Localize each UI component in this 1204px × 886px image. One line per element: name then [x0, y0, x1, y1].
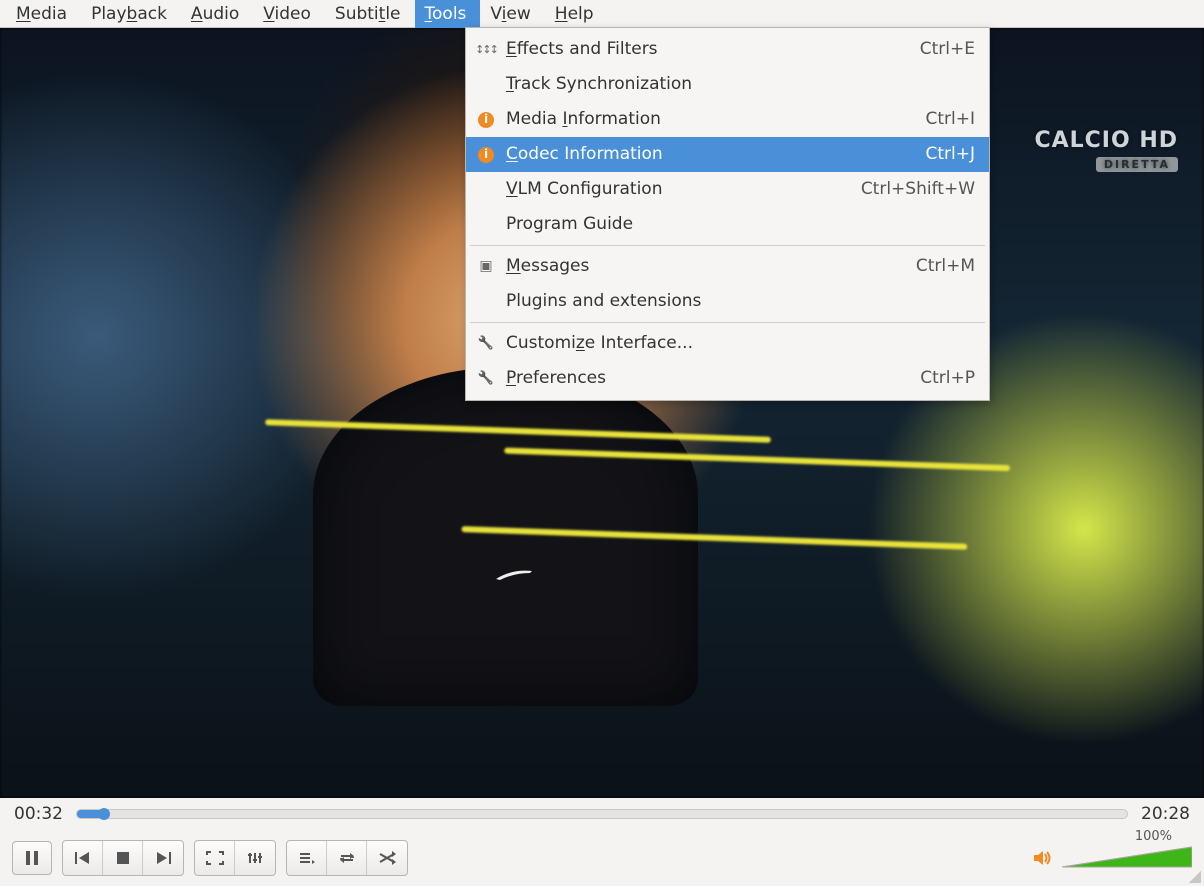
wrench-icon [476, 367, 496, 390]
volume-label: 100% [1135, 829, 1172, 844]
loop-button[interactable] [327, 841, 367, 875]
fullscreen-button[interactable] [195, 841, 235, 875]
extended-settings-button[interactable] [235, 841, 275, 875]
menu-separator [470, 322, 985, 323]
info-icon: i [476, 147, 496, 163]
volume-control: 100% [1032, 844, 1192, 872]
menu-audio[interactable]: Audio [181, 0, 253, 28]
view-button-group [194, 840, 276, 876]
info-icon: i [476, 112, 496, 128]
speaker-icon[interactable] [1032, 848, 1054, 868]
menuitem-program-guide[interactable]: Program Guide [466, 207, 989, 242]
menu-media[interactable]: Media [6, 0, 81, 28]
controls-row: 100% [0, 830, 1204, 886]
menu-subtitle[interactable]: Subtitle [325, 0, 415, 28]
menu-view[interactable]: View [480, 0, 544, 28]
resize-grip[interactable] [1189, 871, 1201, 883]
messages-icon [476, 255, 496, 278]
playlist-button-group [286, 840, 408, 876]
broadcast-watermark: CALCIO HD DIRETTA [1034, 128, 1178, 173]
menu-separator [470, 245, 985, 246]
menuitem-codec-info[interactable]: i Codec Information Ctrl+J [466, 137, 989, 172]
nav-button-group [62, 840, 184, 876]
menu-help[interactable]: Help [545, 0, 608, 28]
pause-button[interactable] [12, 841, 52, 875]
elapsed-time[interactable]: 00:32 [14, 804, 64, 824]
menuitem-media-info[interactable]: i Media Information Ctrl+I [466, 102, 989, 137]
tools-menu-dropdown: Effects and Filters Ctrl+E Track Synchro… [465, 27, 990, 401]
watermark-line1: CALCIO HD [1034, 128, 1178, 153]
sliders-icon [476, 38, 496, 61]
seek-thumb[interactable] [98, 808, 110, 820]
menu-video[interactable]: Video [253, 0, 325, 28]
menuitem-plugins[interactable]: Plugins and extensions [466, 284, 989, 319]
shuffle-button[interactable] [367, 841, 407, 875]
seek-row: 00:32 20:28 [0, 798, 1204, 830]
watermark-line2: DIRETTA [1096, 157, 1178, 172]
nike-swoosh [494, 567, 534, 581]
menuitem-vlm-config[interactable]: VLM Configuration Ctrl+Shift+W [466, 172, 989, 207]
previous-button[interactable] [63, 841, 103, 875]
video-subject [313, 367, 698, 706]
menuitem-customize-interface[interactable]: Customize Interface... [466, 326, 989, 361]
playlist-button[interactable] [287, 841, 327, 875]
next-button[interactable] [143, 841, 183, 875]
seek-bar[interactable] [76, 809, 1128, 819]
stop-button[interactable] [103, 841, 143, 875]
menuitem-track-sync[interactable]: Track Synchronization [466, 67, 989, 102]
wrench-icon [476, 332, 496, 355]
menu-playback[interactable]: Playback [81, 0, 181, 28]
menuitem-preferences[interactable]: Preferences Ctrl+P [466, 361, 989, 396]
volume-slider[interactable] [1062, 844, 1192, 872]
menuitem-messages[interactable]: Messages Ctrl+M [466, 249, 989, 284]
menuitem-effects-filters[interactable]: Effects and Filters Ctrl+E [466, 32, 989, 67]
menubar: Media Playback Audio Video Subtitle Tool… [0, 0, 1204, 28]
menu-tools[interactable]: Tools [415, 0, 481, 28]
total-time[interactable]: 20:28 [1140, 804, 1190, 824]
